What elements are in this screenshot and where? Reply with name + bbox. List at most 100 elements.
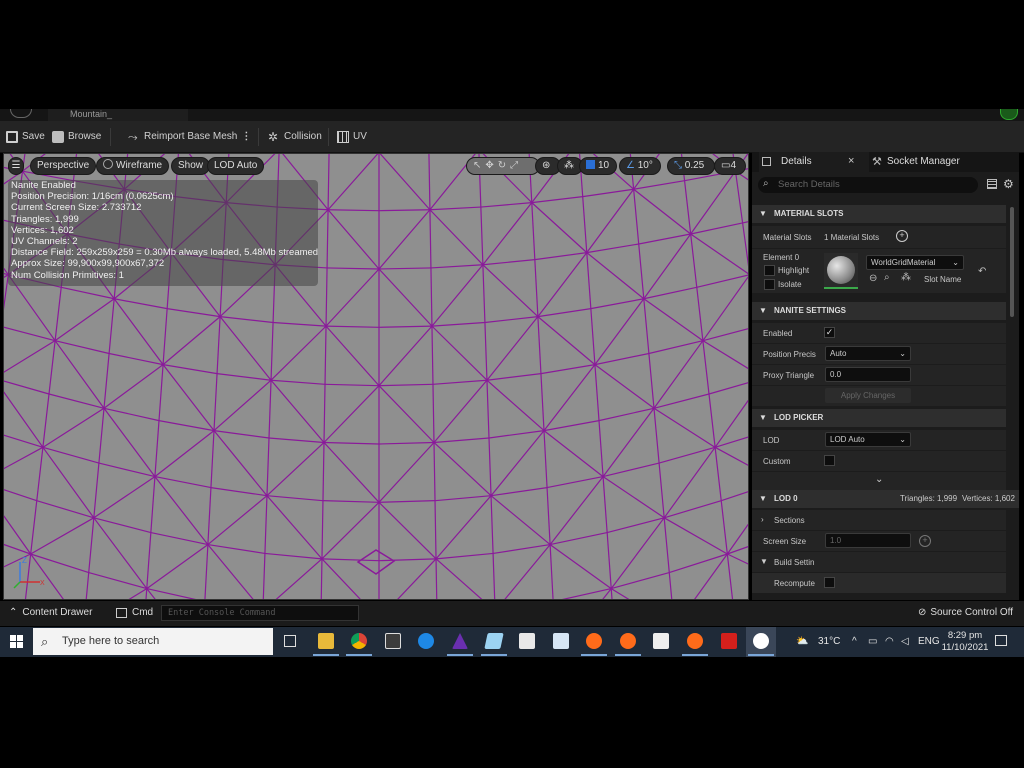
search-details-input[interactable]: Search Details	[758, 177, 978, 193]
houdini-icon-3[interactable]	[687, 633, 703, 649]
custom-checkbox[interactable]	[824, 455, 835, 466]
affinity-icon[interactable]	[452, 633, 468, 649]
sections-row[interactable]: › Sections	[752, 510, 1006, 530]
document-icon[interactable]	[553, 633, 569, 649]
material-select[interactable]: WorldGridMaterial ⌄	[866, 255, 964, 270]
mesh-edge	[488, 430, 545, 439]
task-view-icon[interactable]	[284, 635, 296, 647]
perspective-button[interactable]: Perspective	[30, 157, 97, 175]
collision-button[interactable]: ✲ Collision	[268, 121, 322, 152]
lod-button[interactable]: LOD Auto	[207, 157, 265, 175]
mesh-edge	[429, 209, 432, 268]
mesh-edge	[93, 462, 100, 518]
material-slots-row: Material Slots 1 Material Slots +	[752, 226, 1006, 248]
settings-gear-icon[interactable]: ⚙	[1003, 177, 1014, 191]
tray-chevron-icon[interactable]: ^	[852, 627, 857, 657]
expand-row[interactable]: ⌄	[752, 472, 1006, 490]
browse-button[interactable]: Browse	[52, 121, 101, 152]
input-language[interactable]: ENG	[918, 627, 940, 657]
unreal-engine-icon[interactable]	[753, 633, 769, 649]
mesh-edge	[740, 585, 749, 600]
content-drawer-button[interactable]: ⌃ Content Drawer	[9, 607, 92, 618]
weather-icon[interactable]: ⛅	[796, 627, 808, 657]
uv-button[interactable]: UV	[337, 121, 367, 152]
mesh-viewport[interactable]: ☰ Perspective Wireframe Show LOD Auto ↖✥…	[3, 153, 749, 600]
collision-icon: ✲	[268, 129, 279, 144]
proxy-triangle-input[interactable]: 0.0	[825, 367, 911, 382]
unity-icon[interactable]	[653, 633, 669, 649]
save-button[interactable]: Save	[6, 121, 45, 152]
mesh-edge	[534, 259, 539, 317]
mesh-edge	[492, 553, 496, 599]
chevron-down-icon: ⌄	[952, 258, 959, 267]
material-slots-section[interactable]: ▼ MATERIAL SLOTS	[752, 205, 1006, 223]
material-thumbnail[interactable]	[824, 253, 858, 289]
add-slot-icon[interactable]: +	[896, 230, 908, 242]
lod-select[interactable]: LOD Auto ⌄	[825, 432, 911, 447]
houdini-icon-2[interactable]	[620, 633, 636, 649]
viewer-icon[interactable]	[519, 633, 535, 649]
more-options-icon[interactable]: ⋮	[241, 121, 251, 152]
mesh-edge	[531, 202, 588, 254]
acrobat-icon[interactable]	[721, 633, 737, 649]
lod0-triangles: Triangles: 1,999	[900, 494, 958, 503]
cmd-button[interactable]: Cmd	[116, 607, 153, 618]
rotation-snap-button[interactable]: ∠ 10°	[619, 157, 661, 175]
lod-picker-section[interactable]: ▼ LOD PICKER	[752, 409, 1006, 427]
screen-size-input[interactable]: 1.0	[825, 533, 911, 548]
nanite-settings-section[interactable]: ▼ NANITE SETTINGS	[752, 302, 1006, 320]
mesh-edge	[213, 430, 268, 497]
stat-line: Vertices: 1,602	[11, 224, 74, 236]
file-explorer-icon[interactable]	[318, 633, 334, 649]
store-icon[interactable]	[385, 633, 401, 649]
position-precision-select[interactable]: Auto ⌄	[825, 346, 911, 361]
details-scrollbar[interactable]	[1010, 207, 1014, 317]
houdini-icon[interactable]	[586, 633, 602, 649]
windows-start-icon[interactable]	[10, 635, 23, 648]
reimport-base-mesh-button[interactable]: ⤳ Reimport Base Mesh ⋮	[128, 121, 251, 152]
mesh-edge	[434, 500, 437, 559]
taskbar-search-input[interactable]: Type here to search	[33, 628, 273, 655]
grid-snap-button[interactable]: 10	[579, 157, 617, 175]
isolate-checkbox[interactable]	[764, 279, 775, 290]
show-button[interactable]: Show	[171, 157, 211, 175]
add-icon[interactable]: +	[919, 535, 931, 547]
mesh-edge	[210, 430, 215, 488]
notifications-icon[interactable]	[995, 635, 1007, 646]
mesh-edge	[61, 286, 115, 300]
build-settings-row[interactable]: ▼ Build Settin	[752, 552, 1006, 572]
mesh-edge	[663, 517, 670, 573]
mesh-edge	[210, 487, 268, 497]
browse-arrow-icon[interactable]: ⊖	[869, 273, 877, 284]
source-control-button[interactable]: ⊘ Source Control Off	[918, 607, 1013, 618]
console-command-input[interactable]: Enter Console Command	[161, 605, 359, 621]
transform-tools[interactable]: ↖✥↻⤢	[466, 157, 540, 175]
volume-icon[interactable]: ◁	[901, 627, 909, 657]
close-tab-icon[interactable]: ×	[848, 155, 854, 167]
mesh-edge	[643, 298, 650, 354]
lod0-section[interactable]: ▼ LOD 0 Triangles: 1,999 Vertices: 1,602	[752, 490, 1019, 508]
chevron-down-icon[interactable]: ⌄	[875, 474, 883, 485]
apply-changes-button[interactable]: Apply Changes	[825, 388, 911, 403]
viewport-menu-button[interactable]: ☰	[8, 157, 24, 175]
notes-icon[interactable]	[484, 633, 504, 649]
tab-socket-manager[interactable]: Socket Manager	[870, 152, 960, 172]
asset-tab[interactable]: Mountain_	[48, 109, 188, 121]
clock[interactable]: 8:29 pm 11/10/2021	[940, 630, 990, 654]
reset-arrow-icon[interactable]: ↶	[978, 266, 986, 277]
chrome-icon[interactable]	[351, 633, 367, 649]
find-icon[interactable]: ⌕	[884, 272, 890, 283]
scale-snap-button[interactable]: ⤡ 0.25	[667, 157, 715, 175]
weather-temp[interactable]: 31°C	[818, 627, 840, 657]
recompute-checkbox[interactable]	[824, 577, 835, 588]
highlight-checkbox[interactable]	[764, 265, 775, 276]
enabled-checkbox[interactable]: ✓	[824, 327, 835, 338]
options-icon[interactable]: ⁂	[901, 272, 911, 283]
mesh-edge	[146, 532, 152, 589]
wireframe-button[interactable]: Wireframe	[96, 157, 170, 175]
socket-manager-label: Socket Manager	[887, 156, 960, 167]
mesh-edge	[714, 447, 722, 501]
table-view-icon[interactable]	[987, 179, 997, 189]
camera-speed-button[interactable]: ▭4	[714, 157, 746, 175]
edge-icon[interactable]	[418, 633, 434, 649]
